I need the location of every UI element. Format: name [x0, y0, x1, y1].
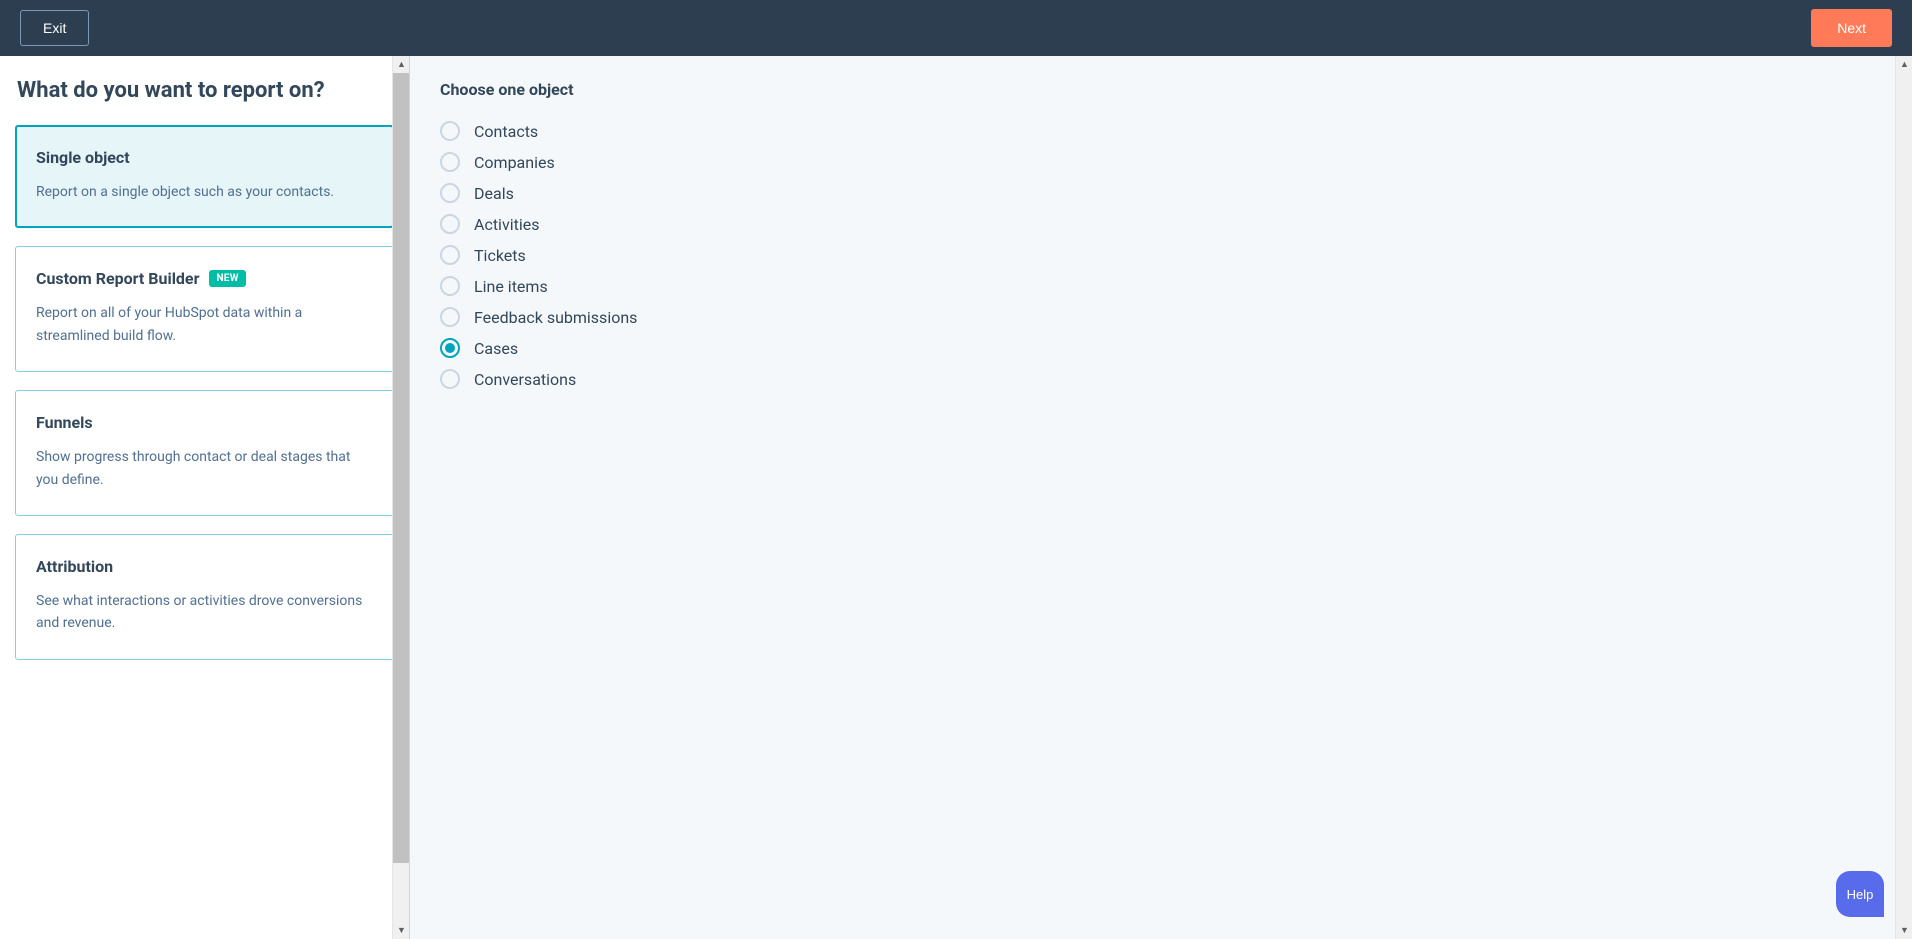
- option-card-description: Report on a single object such as your c…: [36, 181, 373, 203]
- object-radio-item[interactable]: Line items: [440, 276, 1882, 296]
- radio-label: Conversations: [474, 370, 576, 389]
- sidebar-scroll: What do you want to report on? Single ob…: [0, 56, 409, 939]
- radio-label: Feedback submissions: [474, 308, 637, 327]
- object-radio-item[interactable]: Tickets: [440, 245, 1882, 265]
- header-bar: Exit Next: [0, 0, 1912, 56]
- radio-label: Contacts: [474, 122, 538, 141]
- next-button[interactable]: Next: [1811, 9, 1892, 47]
- report-option-card[interactable]: Attribution See what interactions or acti…: [15, 534, 394, 660]
- option-card-description: Report on all of your HubSpot data withi…: [36, 302, 373, 347]
- radio-icon[interactable]: [440, 369, 460, 389]
- radio-label: Activities: [474, 215, 539, 234]
- radio-icon[interactable]: [440, 338, 460, 358]
- scroll-down-arrow-icon[interactable]: ▼: [1896, 922, 1912, 939]
- content-area: What do you want to report on? Single ob…: [0, 56, 1912, 939]
- radio-label: Companies: [474, 153, 555, 172]
- radio-icon[interactable]: [440, 245, 460, 265]
- object-radio-item[interactable]: Activities: [440, 214, 1882, 234]
- report-option-card[interactable]: Single object Report on a single object s…: [15, 125, 394, 228]
- report-option-card[interactable]: Funnels Show progress through contact or …: [15, 390, 394, 516]
- report-option-card[interactable]: Custom Report Builder NEW Report on all of…: [15, 246, 394, 372]
- option-card-description: Show progress through contact or deal st…: [36, 446, 373, 491]
- radio-label: Cases: [474, 339, 518, 358]
- object-radio-item[interactable]: Conversations: [440, 369, 1882, 389]
- option-card-title: Single object: [36, 148, 130, 167]
- radio-icon[interactable]: [440, 183, 460, 203]
- option-card-title: Funnels: [36, 413, 93, 432]
- radio-icon[interactable]: [440, 307, 460, 327]
- scroll-up-arrow-icon[interactable]: ▲: [1896, 56, 1912, 73]
- exit-button[interactable]: Exit: [20, 10, 89, 46]
- option-card-title: Attribution: [36, 557, 113, 576]
- new-badge: NEW: [209, 270, 245, 287]
- scroll-up-arrow-icon[interactable]: ▲: [393, 56, 410, 73]
- radio-label: Deals: [474, 184, 514, 203]
- option-card-description: See what interactions or activities drov…: [36, 590, 373, 635]
- object-radio-list: Contacts Companies Deals Activities Tickets L…: [440, 121, 1882, 389]
- scrollbar-thumb[interactable]: [393, 73, 409, 863]
- radio-label: Line items: [474, 277, 548, 296]
- option-card-title-row: Attribution: [36, 557, 373, 576]
- sidebar: What do you want to report on? Single ob…: [0, 56, 410, 939]
- radio-icon[interactable]: [440, 276, 460, 296]
- object-radio-item[interactable]: Companies: [440, 152, 1882, 172]
- option-card-title-row: Single object: [36, 148, 373, 167]
- object-radio-item[interactable]: Feedback submissions: [440, 307, 1882, 327]
- scroll-down-arrow-icon[interactable]: ▼: [393, 922, 410, 939]
- radio-icon[interactable]: [440, 121, 460, 141]
- option-card-title-row: Funnels: [36, 413, 373, 432]
- sidebar-title: What do you want to report on?: [15, 78, 394, 103]
- main-panel: Choose one object Contacts Companies Deals…: [410, 56, 1912, 939]
- object-radio-item[interactable]: Cases: [440, 338, 1882, 358]
- sidebar-scrollbar[interactable]: ▲ ▼: [392, 56, 409, 939]
- main-scrollbar[interactable]: ▲ ▼: [1895, 56, 1912, 939]
- option-card-title: Custom Report Builder: [36, 269, 199, 288]
- option-card-title-row: Custom Report Builder NEW: [36, 269, 373, 288]
- radio-label: Tickets: [474, 246, 526, 265]
- main-title: Choose one object: [440, 80, 1882, 99]
- object-radio-item[interactable]: Contacts: [440, 121, 1882, 141]
- help-button[interactable]: Help: [1836, 871, 1884, 917]
- radio-icon[interactable]: [440, 152, 460, 172]
- object-radio-item[interactable]: Deals: [440, 183, 1882, 203]
- scrollbar-track[interactable]: [393, 73, 409, 922]
- radio-icon[interactable]: [440, 214, 460, 234]
